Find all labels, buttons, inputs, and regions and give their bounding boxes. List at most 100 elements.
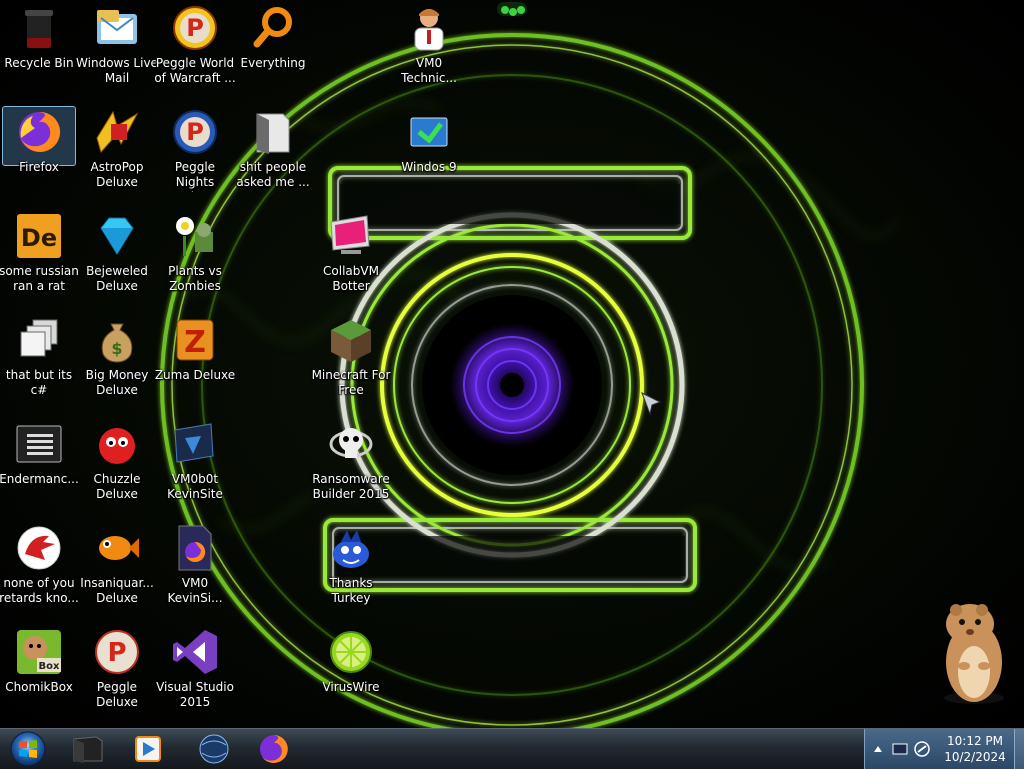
chuzzle-icon — [99, 428, 135, 464]
desktop-icon-label: none of you retards kno... — [0, 576, 79, 605]
clock-date: 10/2/2024 — [944, 750, 1006, 764]
clock-time: 10:12 PM — [947, 734, 1003, 748]
desktop-icon-windows-live-mail[interactable]: Windows Live Mail — [76, 0, 158, 100]
visual-studio-icon — [173, 630, 217, 674]
desktop-icon-windos-9[interactable]: Windos 9 — [390, 104, 468, 204]
skull-icon — [329, 428, 373, 458]
show-hidden-icons-icon[interactable] — [869, 740, 887, 758]
desktop-icon-recycle-bin[interactable]: Recycle Bin — [0, 0, 78, 100]
svg-text:P: P — [107, 638, 126, 668]
desktop-icon-thanks-turkey[interactable]: Thanks Turkey — [312, 520, 390, 620]
desktop-icon-insaniquarium[interactable]: Insaniquar... Deluxe — [78, 520, 156, 620]
desktop-icon-label: AstroPop Deluxe — [90, 160, 144, 189]
desktop-icon-label: VM0 Technic... — [401, 56, 457, 85]
desktop-icon-label: VM0b0t KevinSite — [167, 472, 223, 501]
desktop-icon-shit-people-asked[interactable]: shit people asked me ... — [234, 104, 312, 204]
technician-icon — [414, 9, 444, 51]
peggle-nights-icon: P — [173, 110, 217, 154]
desktop-icon-label: Firefox — [19, 160, 59, 174]
svg-text:P: P — [186, 14, 204, 42]
blue-creature-icon — [333, 530, 369, 568]
desktop-icon-viruswire[interactable]: VirusWire — [312, 624, 390, 724]
desktop-icon-some-russian[interactable]: De some russian ran a rat — [0, 208, 79, 308]
desktop-icon-collabvm-botter[interactable]: CollabVM Botter — [312, 208, 390, 308]
hamster-box-icon: Box — [17, 630, 61, 674]
explorer-folder-icon[interactable] — [62, 731, 114, 767]
desktop-icon-ransomware-builder[interactable]: Ransomware Builder 2015 — [312, 416, 390, 516]
media-player-icon[interactable] — [122, 731, 174, 767]
desktop-icon-label: Recycle Bin — [4, 56, 74, 70]
firefox-icon[interactable] — [248, 731, 300, 767]
desktop-icon-label: that but its c# — [5, 368, 73, 397]
desktop-icon-none-of-you[interactable]: none of you retards kno... — [0, 520, 79, 620]
desktop-icon-vm0-technic[interactable]: VM0 Technic... — [390, 0, 468, 100]
desktop-icon-label: Peggle Nights Deluxe — [174, 160, 216, 192]
desktop-icon-label: VM0 KevinSi... — [167, 576, 223, 605]
magnifier-icon — [253, 7, 292, 48]
lime-icon — [330, 631, 372, 673]
show-desktop-button[interactable] — [1014, 729, 1024, 769]
windows-stack-icon — [20, 319, 58, 357]
svg-text:$: $ — [111, 339, 122, 358]
monitor-icon — [330, 215, 370, 254]
desktop-icon-label: Peggle World of Warcraft ... — [154, 56, 236, 85]
desktop-icon-big-money[interactable]: $ Big Money Deluxe — [78, 312, 156, 412]
desktop-icon-label: Windows Live Mail — [76, 56, 158, 85]
desktop-icon-vm0-kevinsi[interactable]: VM0 KevinSi... — [156, 520, 234, 620]
desktop[interactable]: Recycle Bin Windows Live Mail P Peggle W… — [0, 0, 1024, 728]
desktop-icon-label: Peggle Deluxe — [96, 680, 138, 709]
desktop-icon-label: Plants vs Zombies — [168, 264, 222, 293]
plant-icon — [176, 217, 213, 256]
desktop-icon-everything[interactable]: Everything — [234, 0, 312, 100]
desktop-icon-visual-studio[interactable]: Visual Studio 2015 — [156, 624, 234, 724]
folder-icon — [256, 113, 290, 154]
svg-text:P: P — [186, 118, 204, 146]
desktop-icon-vm0b0t-kevinsite[interactable]: VM0b0t KevinSite — [156, 416, 234, 516]
desktop-icon-label: Chuzzle Deluxe — [93, 472, 141, 501]
desktop-icon-label: ChomikBox — [5, 680, 73, 694]
firefox-icon — [19, 111, 61, 152]
desktop-icon-chomikbox[interactable]: Box ChomikBox — [0, 624, 78, 724]
svg-text:De: De — [21, 224, 57, 252]
desktop-icon-label: Windos 9 — [401, 160, 457, 174]
desktop-icon-label: Thanks Turkey — [329, 576, 373, 605]
desktop-icon-peggle-nights[interactable]: P Peggle Nights Deluxe — [156, 104, 234, 204]
desktop-icon-label: VirusWire — [322, 680, 380, 694]
zuma-icon: Z — [176, 319, 214, 361]
network-icon[interactable] — [913, 740, 931, 758]
desktop-icon-bejeweled[interactable]: Bejeweled Deluxe — [78, 208, 156, 308]
desktop-icon-label: Visual Studio 2015 — [156, 680, 234, 709]
desktop-icon-endermanc[interactable]: Endermanc... — [0, 416, 79, 516]
svg-text:Z: Z — [184, 325, 206, 360]
start-button[interactable] — [4, 730, 52, 768]
red-dragon-icon — [17, 526, 61, 570]
globe-app-icon[interactable] — [188, 731, 240, 767]
desktop-icon-chuzzle[interactable]: Chuzzle Deluxe — [78, 416, 156, 516]
desktop-icon-label: shit people asked me ... — [236, 160, 310, 189]
desktop-icon-that-but-its-csharp[interactable]: that but its c# — [0, 312, 78, 412]
desktop-icon-minecraft[interactable]: Minecraft For Free — [312, 312, 390, 412]
system-clock[interactable]: 10:12 PM 10/2/2024 — [934, 733, 1016, 765]
desktop-icon-label: some russian ran a rat — [0, 264, 79, 293]
app-window-icon — [174, 423, 214, 463]
desktop-icon-zuma[interactable]: Z Zuma Deluxe — [154, 312, 236, 412]
peggle-world-of-warcraft-icon: P — [173, 6, 217, 50]
peggle-icon: P — [95, 630, 139, 674]
diamond-icon — [100, 217, 134, 255]
astropop-icon — [96, 110, 139, 154]
grass-block-icon — [331, 320, 371, 362]
desktop-icon-firefox[interactable]: Firefox — [0, 104, 78, 204]
desktop-icon-astropop[interactable]: AstroPop Deluxe — [78, 104, 156, 204]
action-center-icon[interactable] — [891, 740, 909, 758]
desktop-icon-peggle-wow[interactable]: P Peggle World of Warcraft ... — [154, 0, 236, 100]
console-window-icon — [16, 425, 62, 463]
taskbar: 10:12 PM 10/2/2024 — [0, 728, 1024, 769]
desktop-icon-label: Ransomware Builder 2015 — [312, 472, 390, 501]
desktop-icon-peggle-deluxe[interactable]: P Peggle Deluxe — [78, 624, 156, 724]
desktop-icon-label: Big Money Deluxe — [85, 368, 149, 397]
recycle-bin-icon — [25, 10, 53, 48]
de-app-icon: De — [17, 214, 61, 258]
desktop-icon-label: Zuma Deluxe — [154, 368, 236, 382]
desktop-icon-label: Everything — [240, 56, 306, 70]
desktop-icon-plants-vs-zombies[interactable]: Plants vs Zombies — [156, 208, 234, 308]
